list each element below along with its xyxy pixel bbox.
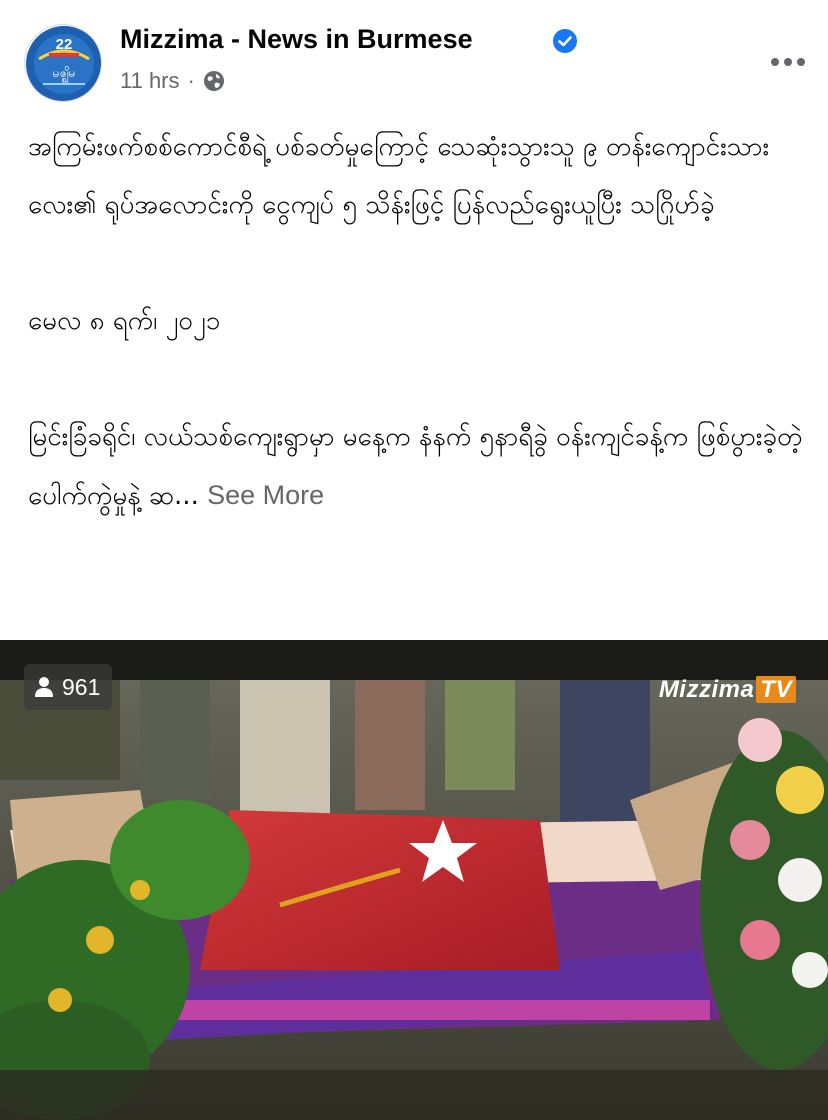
page-name[interactable]: Mizzima - News in Burmese [120, 24, 473, 55]
view-count-badge: 961 [24, 664, 113, 710]
verified-badge-icon [553, 29, 577, 53]
watermark-text: Mizzima [658, 676, 755, 703]
page-avatar[interactable]: 22 မဇ္ဈိမ [24, 24, 102, 102]
post-video[interactable]: 961 Mizzima TV [0, 640, 828, 1120]
globe-icon [203, 71, 224, 91]
mizzima-tv-watermark: Mizzima TV [659, 676, 796, 704]
post-meta: 11 hrs · [120, 68, 225, 94]
meta-separator: · [187, 68, 195, 93]
post-header: 22 မဇ္ဈိမ Mizzima - News in Burmese 11 h… [0, 0, 828, 120]
mizzima-logo-icon: 22 မဇ္ဈိမ [26, 26, 101, 101]
more-options-icon[interactable] [770, 56, 806, 68]
avatar-badge: 22 [56, 36, 73, 53]
view-count: 961 [62, 673, 101, 700]
post-body: အကြမ်းဖက်စစ်ကောင်စီရဲ့ ပစ်ခတ်မှုကြောင့် … [28, 118, 808, 525]
post-excerpt: မြင်းခြံခရိုင်၊ လယ်သစ်ကျေးရွာမှာ မနေ့က န… [28, 408, 808, 525]
watermark-tv: TV [756, 676, 796, 703]
post-excerpt-text: မြင်းခြံခရိုင်၊ လယ်သစ်ကျေးရွာမှာ မနေ့က န… [28, 422, 803, 511]
post-time[interactable]: 11 hrs [120, 68, 180, 94]
video-thumbnail [0, 640, 828, 1120]
post-headline: အကြမ်းဖက်စစ်ကောင်စီရဲ့ ပစ်ခတ်မှုကြောင့် … [28, 132, 770, 220]
person-icon [35, 677, 53, 697]
see-more-link[interactable]: See More [207, 480, 324, 510]
post-date: မေလ ၈ ရက်၊ ၂၀၂၁ [28, 306, 221, 336]
